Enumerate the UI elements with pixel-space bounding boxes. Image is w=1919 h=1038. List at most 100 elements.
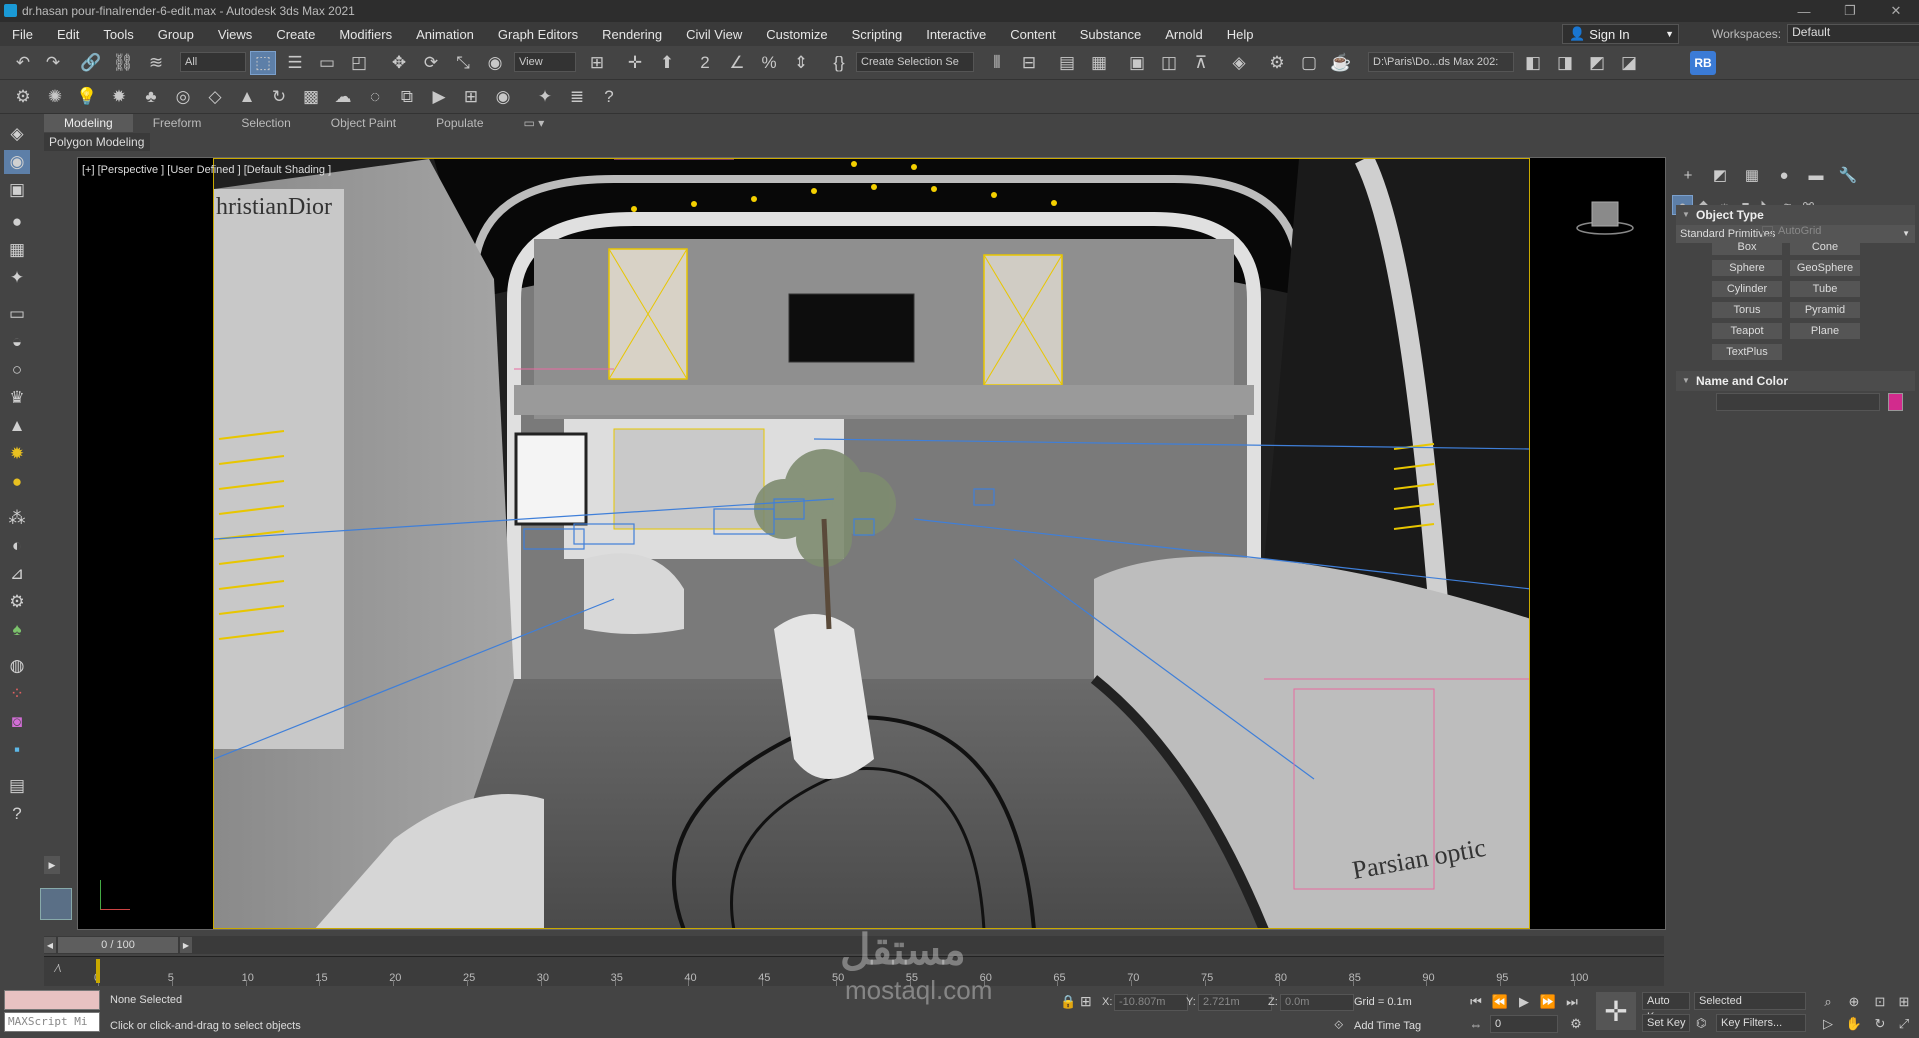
undo-icon[interactable]: ↶ <box>10 51 36 75</box>
render-setup-icon[interactable]: ⚙ <box>1264 51 1290 75</box>
modify-tab-icon[interactable]: ◩ <box>1704 163 1736 187</box>
list-icon[interactable]: ≣ <box>564 85 590 109</box>
effects-icon[interactable]: ✦ <box>532 85 558 109</box>
previous-frame-icon[interactable]: ⏪ <box>1490 993 1510 1011</box>
project-path-select[interactable]: D:\Paris\Do...ds Max 202: <box>1368 52 1514 72</box>
toggle-ribbon-icon[interactable]: ▣ <box>1124 51 1150 75</box>
select-object-icon[interactable]: ⬚ <box>250 51 276 75</box>
z-coordinate-field[interactable]: 0.0m <box>1280 994 1354 1011</box>
screen-icon[interactable]: ▪ <box>4 738 30 762</box>
angle-snap-icon[interactable]: ∠ <box>724 51 750 75</box>
add-time-tag[interactable]: Add Time Tag <box>1354 1020 1421 1032</box>
menu-group[interactable]: Group <box>146 27 206 42</box>
object-type-rollout[interactable]: Object Type <box>1676 205 1915 225</box>
fog-icon[interactable]: ☁ <box>330 85 356 109</box>
menu-file[interactable]: File <box>0 27 45 42</box>
torus-button[interactable]: Torus <box>1712 302 1782 318</box>
rotate-icon[interactable]: ⟳ <box>418 51 444 75</box>
curve-editor-icon[interactable]: ◫ <box>1156 51 1182 75</box>
bulb-tool-icon[interactable]: ● <box>4 210 30 234</box>
bulb-icon[interactable]: ◌ <box>362 85 388 109</box>
current-frame-field[interactable]: 0 <box>1490 1015 1558 1033</box>
current-frame-marker[interactable] <box>96 959 100 983</box>
zoom-icon[interactable]: ⌕ <box>1818 993 1838 1011</box>
go-to-start-icon[interactable]: ⏮ <box>1466 993 1486 1011</box>
window-crossing-icon[interactable]: ◰ <box>346 51 372 75</box>
object-color-swatch[interactable] <box>1888 393 1903 411</box>
lock-selection-icon[interactable]: 🔒 <box>1060 994 1076 1010</box>
materials-icon[interactable]: ⁘ <box>4 682 30 706</box>
help-icon[interactable]: ? <box>596 85 622 109</box>
cone-button[interactable]: Cone <box>1790 239 1860 255</box>
autogrid-checkbox[interactable]: AutoGrid <box>1762 225 1821 237</box>
object-name-field[interactable] <box>1716 393 1880 411</box>
sphere-button[interactable]: Sphere <box>1712 260 1782 276</box>
rectangular-selection-icon[interactable]: ▭ <box>314 51 340 75</box>
create-tab-icon[interactable]: + <box>1672 163 1704 187</box>
geosphere-button[interactable]: GeoSphere <box>1790 260 1860 276</box>
next-key-icon[interactable]: ⏩ <box>1538 993 1558 1011</box>
menu-arnold[interactable]: Arnold <box>1153 27 1215 42</box>
restore-button[interactable]: ❐ <box>1827 0 1873 22</box>
hierarchy-tab-icon[interactable]: ▦ <box>1736 163 1768 187</box>
time-slider-knob[interactable]: 0 / 100 <box>58 937 178 953</box>
curve-editor-mini-icon[interactable]: ⁄\ <box>56 963 61 975</box>
unlink-icon[interactable]: ⛓ <box>110 51 136 75</box>
menu-customize[interactable]: Customize <box>754 27 839 42</box>
sphere-icon[interactable]: ○ <box>4 358 30 382</box>
measure-icon[interactable]: ⊿ <box>4 562 30 586</box>
auto-key-button[interactable]: Auto Key <box>1642 992 1690 1023</box>
group-icon[interactable]: ▦ <box>4 238 30 262</box>
spline-icon[interactable]: ⚙ <box>10 85 36 109</box>
plane-icon[interactable]: ▭ <box>4 302 30 326</box>
key-selection-select[interactable]: Selected <box>1694 992 1806 1010</box>
menu-interactive[interactable]: Interactive <box>914 27 998 42</box>
transform-mode-icon[interactable]: ⊞ <box>1080 993 1092 1010</box>
keyboard-shortcut-icon[interactable]: ⬆ <box>654 51 680 75</box>
render-tool-icon[interactable]: ◙ <box>4 710 30 734</box>
plant-icon[interactable]: ♠ <box>4 618 30 642</box>
plane-button[interactable]: Plane <box>1790 323 1860 339</box>
video-icon[interactable]: ▶ <box>426 85 452 109</box>
maxscript-mini-listener[interactable]: MAXScript Mi <box>4 1012 100 1032</box>
workspace-select[interactable]: Default <box>1787 24 1919 43</box>
select-manipulate-icon[interactable]: ✛ <box>622 51 648 75</box>
x-coordinate-field[interactable]: -10.807m <box>1114 994 1188 1011</box>
expand-arrow-icon[interactable]: ▶ <box>44 856 60 874</box>
scene-explorer-tab-icon[interactable]: ◉ <box>4 150 30 174</box>
render-icon[interactable]: ☕ <box>1328 51 1354 75</box>
bind-spacewarp-icon[interactable]: ≋ <box>143 51 169 75</box>
document-icon[interactable]: ▤ <box>4 774 30 798</box>
name-and-color-rollout[interactable]: Name and Color <box>1676 371 1915 391</box>
sun-tool-icon[interactable]: ✹ <box>4 442 30 466</box>
pan-icon[interactable]: ✋ <box>1844 1015 1864 1033</box>
display-tab-icon[interactable]: ▬ <box>1800 163 1832 187</box>
y-coordinate-field[interactable]: 2.721m <box>1198 994 1272 1011</box>
pivot-center-icon[interactable]: ⊞ <box>584 51 610 75</box>
align-icon[interactable]: ⊟ <box>1016 51 1042 75</box>
edit-named-selection-icon[interactable]: {} <box>826 51 852 75</box>
reference-coordinate-select[interactable]: View <box>514 52 576 72</box>
material-editor-icon[interactable]: ◈ <box>1226 51 1252 75</box>
grid-icon[interactable]: ⊞ <box>458 85 484 109</box>
menu-substance[interactable]: Substance <box>1068 27 1153 42</box>
box-button[interactable]: Box <box>1712 239 1782 255</box>
tab-freeform[interactable]: Freeform <box>133 114 222 132</box>
menu-tools[interactable]: Tools <box>91 27 145 42</box>
globe-icon[interactable]: ◍ <box>4 654 30 678</box>
field-of-view-icon[interactable]: ▷ <box>1818 1015 1838 1033</box>
rb-badge[interactable]: RB <box>1690 51 1716 75</box>
render-panel-icon[interactable]: ◩ <box>1584 51 1610 75</box>
named-selection-select[interactable]: Create Selection Se <box>856 52 974 72</box>
play-icon[interactable]: ▶ <box>1514 993 1534 1011</box>
select-by-name-icon[interactable]: ☰ <box>282 51 308 75</box>
spinner-snap-icon[interactable]: ⇕ <box>788 51 814 75</box>
zoom-extents-icon[interactable]: ⊡ <box>1870 993 1890 1011</box>
cone-icon[interactable]: ▲ <box>4 414 30 438</box>
link-icon[interactable]: 🔗 <box>78 51 104 75</box>
viewcube[interactable] <box>1576 198 1634 238</box>
viewport-layout-icon[interactable]: ◈ <box>4 122 30 146</box>
key-filter-icon[interactable]: ⌬ <box>1696 1016 1706 1030</box>
maxscript-listener-top[interactable] <box>4 990 100 1010</box>
menu-content[interactable]: Content <box>998 27 1068 42</box>
